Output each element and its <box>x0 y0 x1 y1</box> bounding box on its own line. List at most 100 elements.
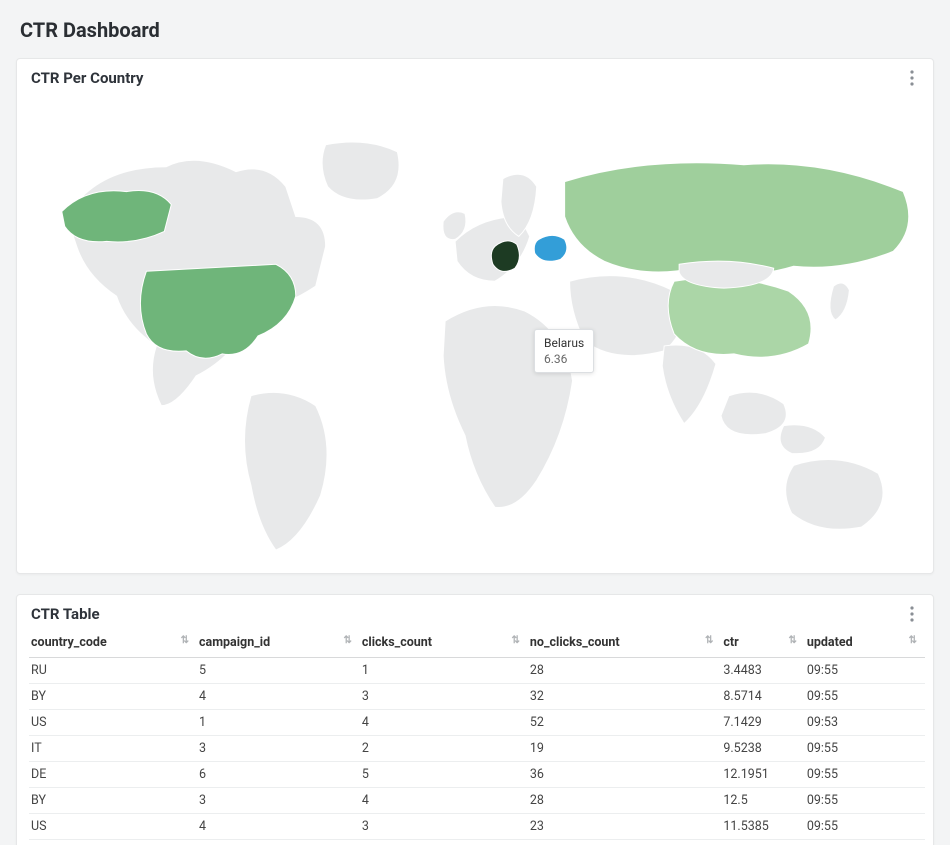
col-label: ctr <box>723 635 738 650</box>
panel-header: CTR Per Country <box>17 59 933 93</box>
sort-icon: ⇅ <box>344 635 352 646</box>
table-row[interactable]: DE653612.195109:55 <box>29 762 925 788</box>
col-label: updated <box>807 635 853 650</box>
col-label: no_clicks_count <box>530 635 620 650</box>
map-body: Belarus 6.36 <box>17 93 933 573</box>
table-head: country_code ⇅ campaign_id ⇅ clicks_count ⇅… <box>29 629 925 658</box>
cell-campaign_id: 4 <box>197 684 360 710</box>
cell-ctr: 8.5714 <box>721 684 804 710</box>
country-de[interactable] <box>491 241 519 272</box>
cell-updated: 09:53 <box>805 710 925 736</box>
cell-updated: 09:55 <box>805 840 925 845</box>
panel-menu-icon[interactable] <box>903 605 921 623</box>
cell-no_clicks_count: 19 <box>528 736 721 762</box>
col-updated[interactable]: updated ⇅ <box>805 629 925 658</box>
cell-updated: 09:55 <box>805 788 925 814</box>
cell-updated: 09:55 <box>805 684 925 710</box>
cell-campaign_id: 5 <box>197 658 360 684</box>
cell-ctr: 11.5385 <box>721 814 804 840</box>
cell-clicks_count: 1 <box>360 658 528 684</box>
cell-country_code: US <box>29 710 197 736</box>
col-label: country_code <box>31 635 107 650</box>
cell-ctr: 12.1951 <box>721 762 804 788</box>
cell-campaign_id: 3 <box>197 736 360 762</box>
col-clicks_count[interactable]: clicks_count ⇅ <box>360 629 528 658</box>
sort-icon: ⇅ <box>909 635 917 646</box>
col-label: clicks_count <box>362 635 432 650</box>
panel-header: CTR Table <box>17 595 933 629</box>
world-map[interactable]: Belarus 6.36 <box>25 97 925 565</box>
cell-no_clicks_count: 28 <box>528 658 721 684</box>
country-ru[interactable] <box>565 163 909 274</box>
cell-clicks_count: 3 <box>360 684 528 710</box>
cell-updated: 09:55 <box>805 736 925 762</box>
sort-icon: ⇅ <box>705 635 713 646</box>
table-row[interactable]: US432311.538509:55 <box>29 814 925 840</box>
col-country_code[interactable]: country_code ⇅ <box>29 629 197 658</box>
cell-campaign_id: 4 <box>197 814 360 840</box>
cell-country_code: BY <box>29 840 197 845</box>
cell-updated: 09:55 <box>805 762 925 788</box>
panel-menu-icon[interactable] <box>903 69 921 87</box>
panel-title: CTR Table <box>31 605 100 623</box>
cell-no_clicks_count: 23 <box>528 814 721 840</box>
cell-country_code: RU <box>29 658 197 684</box>
cell-clicks_count: 2 <box>360 736 528 762</box>
ctr-per-country-panel: CTR Per Country <box>16 58 934 574</box>
country-by[interactable] <box>534 235 567 261</box>
ctr-table-rows: RU51283.448309:55BY43328.571409:55US1452… <box>29 658 925 845</box>
tooltip-country: Belarus <box>544 335 584 351</box>
cell-ctr: 3.2258 <box>721 840 804 845</box>
table-row[interactable]: BY61303.225809:55 <box>29 840 925 845</box>
table-row[interactable]: RU51283.448309:55 <box>29 658 925 684</box>
sort-icon: ⇅ <box>512 635 520 646</box>
cell-campaign_id: 1 <box>197 710 360 736</box>
col-no_clicks_count[interactable]: no_clicks_count ⇅ <box>528 629 721 658</box>
cell-ctr: 7.1429 <box>721 710 804 736</box>
cell-clicks_count: 3 <box>360 814 528 840</box>
cell-updated: 09:55 <box>805 814 925 840</box>
country-us[interactable] <box>140 264 295 358</box>
country-us-alaska[interactable] <box>62 191 172 242</box>
cell-updated: 09:55 <box>805 658 925 684</box>
table-scroll[interactable]: RU51283.448309:55BY43328.571409:55US1452… <box>29 658 925 845</box>
cell-clicks_count: 1 <box>360 840 528 845</box>
cell-clicks_count: 4 <box>360 710 528 736</box>
table-row[interactable]: US14527.142909:53 <box>29 710 925 736</box>
cell-no_clicks_count: 36 <box>528 762 721 788</box>
cell-campaign_id: 6 <box>197 762 360 788</box>
col-label: campaign_id <box>199 635 270 650</box>
cell-clicks_count: 4 <box>360 788 528 814</box>
country-cn[interactable] <box>668 278 811 357</box>
map-tooltip: Belarus 6.36 <box>534 329 594 373</box>
sort-icon: ⇅ <box>788 635 796 646</box>
table-row[interactable]: BY342812.509:55 <box>29 788 925 814</box>
sort-icon: ⇅ <box>181 635 189 646</box>
cell-country_code: US <box>29 814 197 840</box>
page-root: CTR Dashboard CTR Per Country <box>0 0 950 845</box>
table-row[interactable]: IT32199.523809:55 <box>29 736 925 762</box>
ctr-table: country_code ⇅ campaign_id ⇅ clicks_count ⇅… <box>29 629 925 658</box>
cell-ctr: 3.4483 <box>721 658 804 684</box>
cell-campaign_id: 6 <box>197 840 360 845</box>
cell-clicks_count: 5 <box>360 762 528 788</box>
tooltip-value: 6.36 <box>544 351 584 367</box>
cell-country_code: IT <box>29 736 197 762</box>
cell-country_code: DE <box>29 762 197 788</box>
cell-no_clicks_count: 28 <box>528 788 721 814</box>
cell-no_clicks_count: 32 <box>528 684 721 710</box>
cell-campaign_id: 3 <box>197 788 360 814</box>
cell-ctr: 9.5238 <box>721 736 804 762</box>
table-body: country_code ⇅ campaign_id ⇅ clicks_count ⇅… <box>17 629 933 845</box>
col-ctr[interactable]: ctr ⇅ <box>721 629 804 658</box>
ctr-table-panel: CTR Table country_code ⇅ campaign_id ⇅ cli… <box>16 594 934 845</box>
cell-ctr: 12.5 <box>721 788 804 814</box>
cell-no_clicks_count: 52 <box>528 710 721 736</box>
panel-title: CTR Per Country <box>31 69 143 87</box>
cell-country_code: BY <box>29 788 197 814</box>
col-campaign_id[interactable]: campaign_id ⇅ <box>197 629 360 658</box>
page-title: CTR Dashboard <box>20 18 934 42</box>
cell-no_clicks_count: 30 <box>528 840 721 845</box>
cell-country_code: BY <box>29 684 197 710</box>
table-row[interactable]: BY43328.571409:55 <box>29 684 925 710</box>
